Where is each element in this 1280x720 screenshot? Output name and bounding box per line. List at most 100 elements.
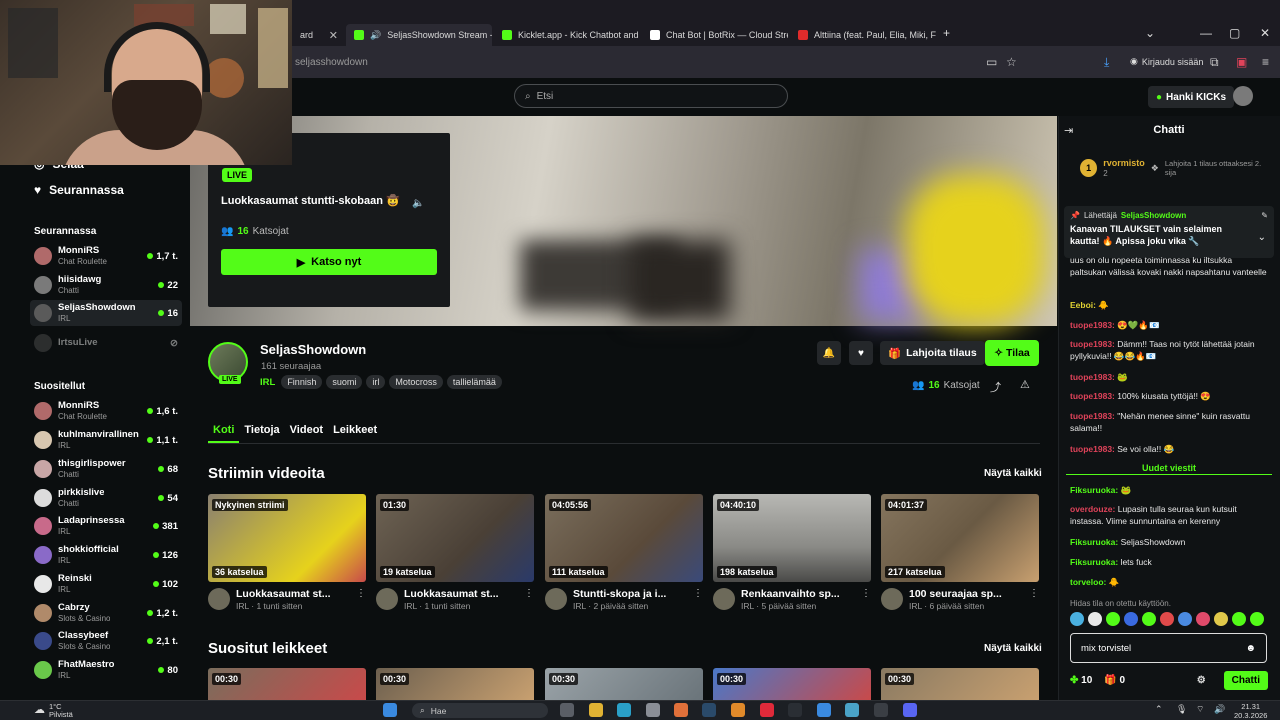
sidebar-item-shokkiofficial[interactable]: shokkiofficial IRL 126 <box>30 542 182 568</box>
new-tab-icon[interactable]: + <box>943 26 950 40</box>
mic-icon[interactable]: 🎙 <box>1176 704 1187 715</box>
videos-show-all-link[interactable]: Näytä kaikki <box>984 468 1042 479</box>
more-options-icon[interactable]: ⋮ <box>356 588 366 612</box>
emote-icon[interactable] <box>1142 612 1156 626</box>
sidebar-item-irtsulive[interactable]: IrtsuLive ⊘ <box>30 330 182 356</box>
sidebar-item-classybeef[interactable]: Classybeef Slots & Casino 2,1 t. <box>30 628 182 654</box>
emote-icon[interactable] <box>1124 612 1138 626</box>
minimize-icon[interactable]: — <box>1200 26 1212 40</box>
browser-tab-1[interactable]: 🔊 SeljasShowdown Stream - \ ✕ <box>346 24 492 46</box>
chat-username[interactable]: tuope1983: <box>1070 372 1115 382</box>
tag-chip[interactable]: tallielämää <box>446 375 502 389</box>
chat-username[interactable]: Fiksuruoka: <box>1070 485 1118 495</box>
chat-username[interactable]: tuope1983: <box>1070 320 1115 330</box>
start-icon[interactable] <box>383 703 397 717</box>
store-icon[interactable] <box>646 703 660 717</box>
emote-icon[interactable] <box>1070 612 1084 626</box>
get-kicks-button[interactable]: ● Hanki KICKs <box>1148 86 1235 108</box>
emote-icon[interactable] <box>1214 612 1228 626</box>
url-text[interactable]: seljasshowdown <box>295 57 368 68</box>
video-thumbnail[interactable]: 04:01:37 217 katselua <box>881 494 1039 582</box>
channel-points[interactable]: ✤ 10 <box>1070 675 1092 686</box>
tab-about[interactable]: Tietoja <box>239 418 284 443</box>
emote-icon[interactable] <box>1232 612 1246 626</box>
chat-username[interactable]: overdouze: <box>1070 504 1115 514</box>
steam-icon[interactable] <box>702 703 716 717</box>
app-icon[interactable] <box>817 703 831 717</box>
video-card[interactable]: 04:05:56 111 katselua Stuntti-skopa ja i… <box>545 494 703 612</box>
close-window-icon[interactable]: ✕ <box>1260 26 1270 40</box>
sidebar-item-thisgirlispower[interactable]: thisgirlispower Chatti 68 <box>30 456 182 482</box>
follow-button[interactable]: ♥ <box>849 341 873 365</box>
mute-icon[interactable]: 🔈 <box>412 198 424 209</box>
browser-tab-4[interactable]: Alttiina (feat. Paul, Elia, Miki, Fre ✕ <box>790 24 936 46</box>
vlc-icon[interactable] <box>731 703 745 717</box>
chat-username[interactable]: tuope1983: <box>1070 339 1115 349</box>
extensions-icon[interactable]: ⧉ <box>1210 55 1219 70</box>
volume-icon[interactable]: 🔊 <box>1214 704 1225 715</box>
chat-input[interactable]: mix torvistel ☻ <box>1070 633 1267 663</box>
sidebar-item-reinski[interactable]: Reinski IRL 102 <box>30 571 182 597</box>
report-icon[interactable]: ⚠ <box>1020 378 1030 391</box>
more-options-icon[interactable]: ⋮ <box>1029 588 1039 612</box>
more-options-icon[interactable]: ⋮ <box>524 588 534 612</box>
tag-chip[interactable]: Motocross <box>389 375 443 389</box>
chat-username[interactable]: tuope1983: <box>1070 391 1115 401</box>
obs-icon[interactable] <box>874 703 888 717</box>
tray-chevron-icon[interactable]: ⌃ <box>1155 704 1163 715</box>
clip-card[interactable]: 00:30 <box>545 668 703 700</box>
sidebar-item-cabrzy[interactable]: Cabrzy Slots & Casino 1,2 t. <box>30 600 182 626</box>
tag-chip[interactable]: irl <box>366 375 386 389</box>
watch-now-button[interactable]: ▶ Katso nyt <box>221 249 437 275</box>
app-icon[interactable] <box>845 703 859 717</box>
user-avatar[interactable] <box>1233 86 1253 106</box>
chat-settings-icon[interactable]: ⚙ <box>1197 675 1206 686</box>
edge-icon[interactable] <box>617 703 631 717</box>
clip-card[interactable]: 00:30 <box>376 668 534 700</box>
video-thumbnail[interactable]: 01:30 19 katselua <box>376 494 534 582</box>
video-card[interactable]: 04:40:10 198 katselua Renkaanvaihto sp..… <box>713 494 871 612</box>
network-icon[interactable]: ⌔ <box>1196 704 1204 715</box>
chat-username[interactable]: Eeboi: <box>1070 300 1096 310</box>
emote-icon[interactable] <box>1088 612 1102 626</box>
video-thumbnail[interactable]: Nykyinen striimi 36 katselua <box>208 494 366 582</box>
video-thumbnail[interactable]: 04:40:10 198 katselua <box>713 494 871 582</box>
task-view-icon[interactable] <box>560 703 574 717</box>
download-icon[interactable]: ⤓ <box>1104 55 1109 70</box>
sidebar-item-ladaprinsessa[interactable]: Ladaprinsessa IRL 381 <box>30 513 182 539</box>
emote-icon[interactable] <box>1178 612 1192 626</box>
channel-category-link[interactable]: IRL <box>260 377 275 388</box>
maximize-icon[interactable]: ▢ <box>1229 26 1240 40</box>
tab-home[interactable]: Koti <box>208 418 240 443</box>
addon-icon[interactable]: ▣ <box>1236 55 1247 69</box>
video-card[interactable]: Nykyinen striimi 36 katselua Luokkasauma… <box>208 494 366 612</box>
sidebar-item-rec-monnirs[interactable]: MonniRS Chat Roulette 1,6 t. <box>30 398 182 424</box>
emote-icon[interactable] <box>1250 612 1264 626</box>
taskbar-clock[interactable]: 21.31 20.3.2026 <box>1234 702 1267 720</box>
discord-icon[interactable] <box>903 703 917 717</box>
gift-leaderboard[interactable]: 1 rvormisto 2 ❖ Lahjoita 1 tilaus ottaak… <box>1080 152 1270 184</box>
more-options-icon[interactable]: ⋮ <box>861 588 871 612</box>
clip-card[interactable]: 00:30 <box>208 668 366 700</box>
tag-chip[interactable]: suomi <box>326 375 363 389</box>
menu-icon[interactable]: ≡ <box>1262 55 1269 69</box>
video-card[interactable]: 04:01:37 217 katselua 100 seuraajaa sp..… <box>881 494 1039 612</box>
sidebar-item-fhatmaestro[interactable]: FhatMaestro IRL 80 <box>30 657 182 683</box>
share-icon[interactable]: ⤴ <box>990 379 1001 395</box>
video-thumbnail[interactable]: 04:05:56 111 katselua <box>545 494 703 582</box>
sidebar-item-hiisidawg[interactable]: hiisidawg Chatti 22 <box>30 272 182 298</box>
taskbar-search[interactable]: ⌕ Hae <box>412 703 548 718</box>
tag-chip[interactable]: Finnish <box>281 375 323 389</box>
browser-tab-0[interactable]: ard ✕ <box>292 24 346 46</box>
more-options-icon[interactable]: ⋮ <box>693 588 703 612</box>
unpin-icon[interactable]: ✎ <box>1261 211 1268 220</box>
bookmark-star-icon[interactable]: ☆ <box>1006 55 1017 69</box>
emote-icon[interactable] <box>1160 612 1174 626</box>
gift-sub-button[interactable]: 🎁 Lahjoita tilaus <box>880 341 985 365</box>
file-explorer-icon[interactable] <box>589 703 603 717</box>
chat-username[interactable]: tuope1983: <box>1070 444 1115 454</box>
sidebar-item-kuhlmanvirallinen[interactable]: kuhlmanvirallinen IRL 1,1 t. <box>30 427 182 453</box>
opera-icon[interactable] <box>760 703 774 717</box>
subscribe-button[interactable]: ✧ Tilaa <box>985 340 1039 366</box>
sidebar-item-pirkkislive[interactable]: pirkkislive Chatti 54 <box>30 485 182 511</box>
